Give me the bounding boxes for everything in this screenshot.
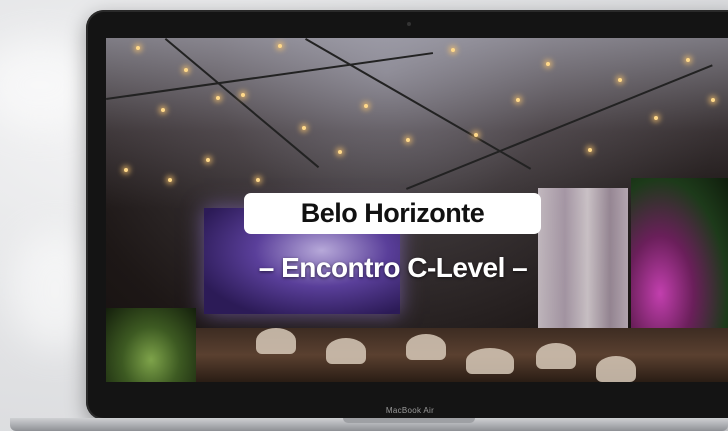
video-subtitle: – Encontro C-Level – xyxy=(258,252,528,283)
string-light xyxy=(302,126,306,130)
string-light xyxy=(406,138,410,142)
string-light xyxy=(451,48,455,52)
dining-table xyxy=(596,356,636,382)
background-smoke xyxy=(0,40,100,130)
dining-table xyxy=(256,328,296,354)
string-light xyxy=(206,158,210,162)
string-light xyxy=(168,178,172,182)
string-light xyxy=(686,58,690,62)
string-light xyxy=(654,116,658,120)
video-title: Belo Horizonte xyxy=(244,193,541,234)
device-model-label: MacBook Air xyxy=(385,406,435,415)
dining-table xyxy=(406,334,446,360)
foliage-left xyxy=(106,308,196,382)
string-light xyxy=(618,78,622,82)
string-light xyxy=(216,96,220,100)
string-light xyxy=(184,68,188,72)
string-light xyxy=(161,108,165,112)
string-light xyxy=(278,44,282,48)
dining-table xyxy=(536,343,576,369)
string-light xyxy=(711,98,715,102)
string-light xyxy=(124,168,128,172)
string-light xyxy=(474,133,478,137)
string-light xyxy=(136,46,140,50)
dining-table xyxy=(326,338,366,364)
string-light xyxy=(546,62,550,66)
camera-icon xyxy=(407,22,411,26)
laptop-notch xyxy=(343,418,475,423)
string-light xyxy=(241,93,245,97)
string-light xyxy=(338,150,342,154)
dining-table xyxy=(466,348,514,374)
string-light xyxy=(364,104,368,108)
string-light xyxy=(256,178,260,182)
string-light xyxy=(516,98,520,102)
string-light xyxy=(588,148,592,152)
